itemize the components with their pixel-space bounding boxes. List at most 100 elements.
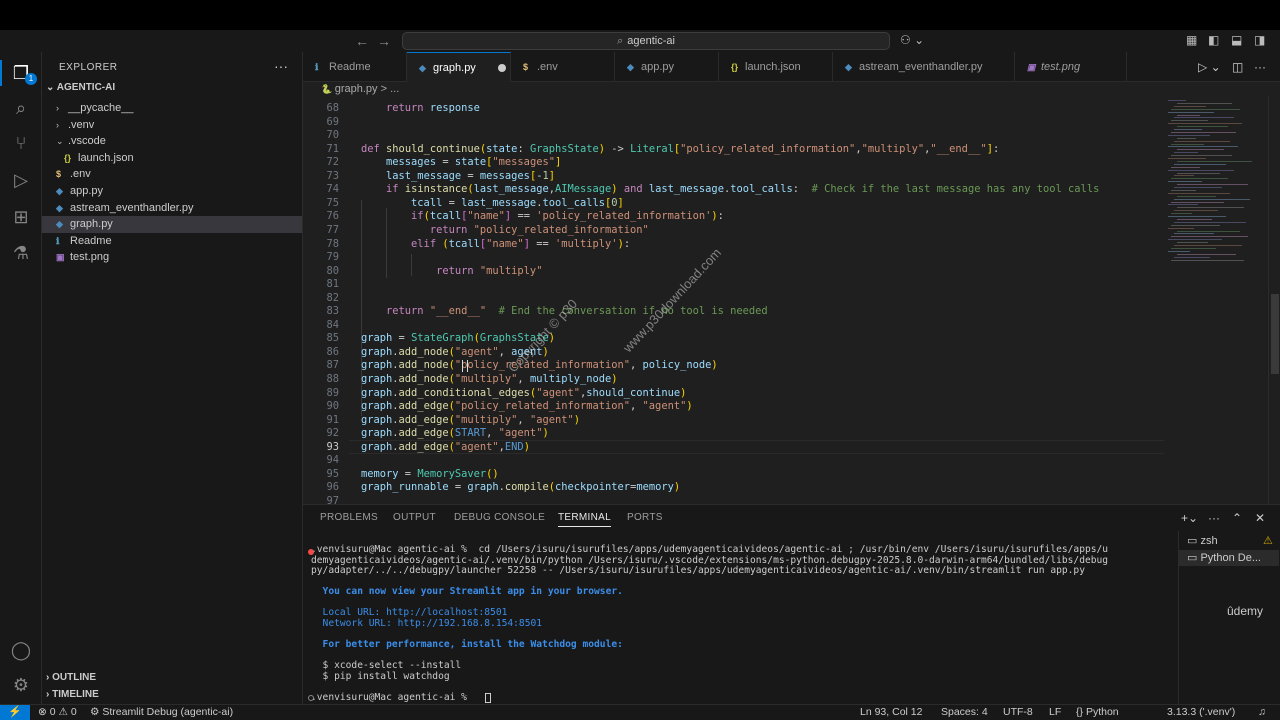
close-panel-icon[interactable]: ✕	[1255, 511, 1265, 525]
toggle-secondary-sidebar-icon[interactable]: ◨	[1254, 33, 1265, 47]
code-line[interactable]: 76 if(tcall["name"] == 'policy_related_i…	[303, 210, 1165, 224]
explorer-item[interactable]: ◆ graph.py	[42, 216, 302, 234]
tab-test-png[interactable]: ▣ test.png	[1015, 52, 1127, 82]
manage-gear-icon[interactable]: ⚙	[9, 673, 33, 697]
problems-status[interactable]: ⊗ 0 ⚠ 0	[38, 705, 77, 720]
code-line[interactable]: 83 return "__end__" # End the conversati…	[303, 305, 1165, 319]
code-line[interactable]: 87 graph.add_node("policy_related_informa…	[303, 359, 1165, 373]
explorer-item[interactable]: ◆ astream_eventhandler.py	[42, 200, 302, 217]
code-line[interactable]: 71 def should_continue(state: GraphsState…	[303, 143, 1165, 157]
code-line[interactable]: 81	[303, 278, 1165, 292]
minimap[interactable]	[1165, 96, 1266, 504]
language-status[interactable]: {} Python	[1076, 705, 1119, 720]
eol-status[interactable]: LF	[1049, 705, 1061, 720]
toggle-panel-icon[interactable]: ⬓	[1231, 33, 1242, 47]
code-line[interactable]: 80 return "multiply"	[303, 265, 1165, 279]
code-line[interactable]: 78 elif (tcall["name"] == 'multiply'):	[303, 238, 1165, 252]
code-line[interactable]: 68 return response	[303, 102, 1165, 116]
panel-tab-output[interactable]: OUTPUT	[393, 512, 436, 523]
code-line[interactable]: 96 graph_runnable = graph.compile(checkpo…	[303, 481, 1165, 495]
indentation-status[interactable]: Spaces: 4	[941, 705, 988, 720]
code-line[interactable]: 69	[303, 116, 1165, 130]
code-line[interactable]: 77 return "policy_related_information"	[303, 224, 1165, 238]
code-line[interactable]: 92 graph.add_edge(START, "agent")	[303, 427, 1165, 441]
explorer-item[interactable]: ⌄ .vscode	[42, 133, 302, 150]
back-arrow-icon[interactable]: ←	[355, 33, 369, 49]
code-line[interactable]: 84	[303, 319, 1165, 333]
cursor-position[interactable]: Ln 93, Col 12	[860, 705, 922, 720]
code-line[interactable]: 70	[303, 129, 1165, 143]
tab-graph-py[interactable]: ◆ graph.py	[407, 52, 511, 82]
timeline-section[interactable]: › TIMELINE	[46, 689, 99, 700]
tab--env[interactable]: $ .env	[511, 52, 615, 82]
debug-status[interactable]: ⚙ Streamlit Debug (agentic-ai)	[90, 705, 233, 720]
scrollbar-thumb[interactable]	[1271, 294, 1279, 374]
code-editor[interactable]: 68 return response 69 70 71 def should_conti…	[303, 96, 1165, 504]
code-line[interactable]: 97	[303, 495, 1165, 504]
outline-section[interactable]: › OUTLINE	[46, 672, 96, 683]
code-line[interactable]: 90 graph.add_edge("policy_related_informa…	[303, 400, 1165, 414]
panel-tab-problems[interactable]: PROBLEMS	[320, 512, 378, 523]
remote-indicator[interactable]: ⚡	[0, 705, 30, 720]
testing-icon[interactable]: ⚗	[9, 241, 33, 265]
more-actions-icon[interactable]: ···	[274, 58, 288, 74]
tab-readme[interactable]: ℹ Readme	[303, 52, 407, 82]
code-line[interactable]: 74 if isinstance(last_message,AIMessage)…	[303, 183, 1165, 197]
code-line[interactable]: 73 last_message = messages[-1]	[303, 170, 1165, 184]
workspace-root[interactable]: ⌄ AGENTIC-AI	[46, 82, 115, 93]
encoding-status[interactable]: UTF-8	[1003, 705, 1033, 720]
explorer-item-label: .env	[70, 168, 91, 181]
forward-arrow-icon[interactable]: →	[377, 33, 391, 49]
tab-app-py[interactable]: ◆ app.py	[615, 52, 719, 82]
code-line[interactable]: 94	[303, 454, 1165, 468]
code-line[interactable]: 95 memory = MemorySaver()	[303, 468, 1165, 482]
panel-more-icon[interactable]: ···	[1208, 511, 1220, 525]
code-text: elif (tcall["name"] == 'multiply'):	[411, 237, 631, 250]
new-terminal-icon[interactable]: +⌄	[1181, 511, 1198, 525]
code-line[interactable]: 88 graph.add_node("multiply", multiply_no…	[303, 373, 1165, 387]
code-line[interactable]: 86 graph.add_node("agent", agent)	[303, 346, 1165, 360]
run-debug-icon[interactable]: ▷	[9, 168, 33, 192]
editor-more-icon[interactable]: ···	[1254, 60, 1266, 74]
panel-tab-debug-console[interactable]: DEBUG CONSOLE	[454, 512, 545, 523]
image-file-icon: ▣	[1027, 62, 1036, 72]
code-line[interactable]: 91 graph.add_edge("multiply", "agent")	[303, 414, 1165, 428]
copilot-icon[interactable]: ⚇ ⌄	[900, 33, 924, 47]
code-line[interactable]: 72 messages = state["messages"]	[303, 156, 1165, 170]
accounts-icon[interactable]: ◯	[9, 638, 33, 662]
toggle-sidebar-icon[interactable]: ◧	[1208, 33, 1219, 47]
maximize-panel-icon[interactable]: ⌃	[1232, 511, 1242, 525]
code-line[interactable]: 85 graph = StateGraph(GraphsState)	[303, 332, 1165, 346]
code-line[interactable]: 75 tcall = last_message.tool_calls[0]	[303, 197, 1165, 211]
code-line[interactable]: 82	[303, 292, 1165, 306]
explorer-item[interactable]: › .venv	[42, 117, 302, 134]
explorer-item[interactable]: $ .env	[42, 166, 302, 183]
command-center-search[interactable]: ⌕ agentic-ai	[402, 32, 890, 50]
code-line[interactable]: 89 graph.add_conditional_edges("agent",sh…	[303, 387, 1165, 401]
customize-layout-icon[interactable]: ▦	[1186, 33, 1197, 47]
terminal-list-item[interactable]: ▭ Python De...	[1179, 550, 1279, 566]
explorer-item[interactable]: ℹ Readme	[42, 233, 302, 250]
tab-launch-json[interactable]: {} launch.json	[719, 52, 833, 82]
panel-tab-ports[interactable]: PORTS	[627, 512, 663, 523]
terminal-list-item[interactable]: ▭ zsh ⚠	[1179, 533, 1279, 549]
panel-tab-terminal[interactable]: TERMINAL	[558, 512, 611, 527]
modified-dot-icon[interactable]	[497, 64, 506, 73]
source-control-icon[interactable]: ⑂	[9, 131, 33, 155]
code-line[interactable]: 79	[303, 251, 1165, 265]
tab-astream-eventhandler-py[interactable]: ◆ astream_eventhandler.py	[833, 52, 1015, 82]
search-view-icon[interactable]: ⌕	[9, 96, 33, 120]
run-python-file-icon[interactable]: ▷ ⌄	[1198, 60, 1221, 74]
explorer-item[interactable]: › __pycache__	[42, 100, 302, 117]
explorer-item[interactable]: {} launch.json	[42, 150, 302, 167]
explorer-item[interactable]: ◆ app.py	[42, 183, 302, 200]
notifications-bell-icon[interactable]: ♫	[1258, 705, 1266, 720]
breadcrumb-file[interactable]: graph.py	[335, 83, 378, 95]
breadcrumb-rest[interactable]: ...	[390, 83, 399, 95]
editor-scrollbar[interactable]	[1268, 96, 1280, 504]
explorer-item[interactable]: ▣ test.png	[42, 249, 302, 266]
interpreter-status[interactable]: 3.13.3 ('.venv')	[1167, 705, 1235, 720]
code-line[interactable]: 93 graph.add_edge("agent",END)	[303, 441, 1165, 455]
split-editor-icon[interactable]: ◫	[1232, 60, 1243, 74]
extensions-icon[interactable]: ⊞	[9, 205, 33, 229]
